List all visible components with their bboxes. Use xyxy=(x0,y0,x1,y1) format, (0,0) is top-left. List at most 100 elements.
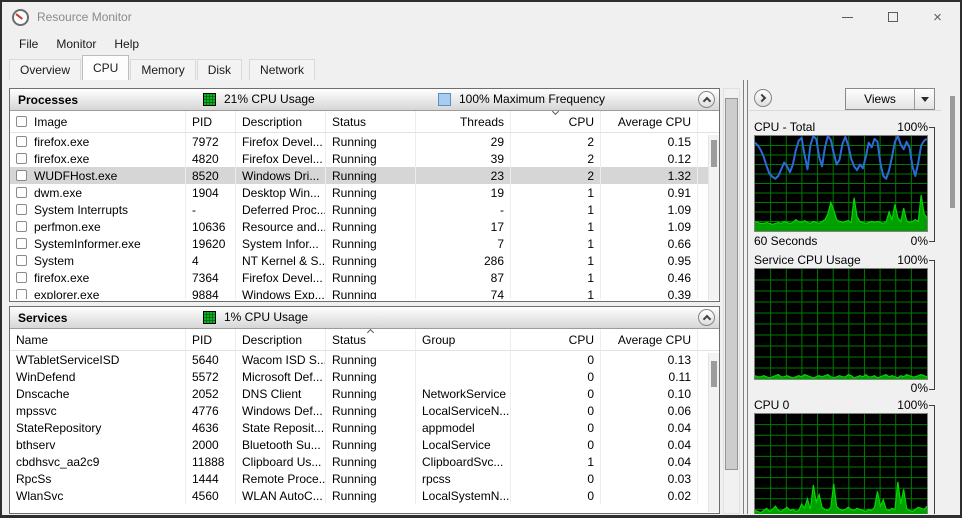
menu-monitor[interactable]: Monitor xyxy=(47,35,105,53)
column-header-threads[interactable]: Threads xyxy=(416,111,511,132)
service-row[interactable]: Dnscache 2052 DNS Client Running NetworkServ… xyxy=(10,385,719,402)
main-scrollbar[interactable] xyxy=(723,88,740,514)
cell-cpu: 1 xyxy=(511,235,601,252)
cell-text: WLAN AutoC... xyxy=(242,488,323,503)
column-header-label: PID xyxy=(192,114,213,129)
cell-image: firefox.exe xyxy=(10,150,186,167)
charts-scrollbar[interactable] xyxy=(946,88,960,514)
cell-text: Windows Def... xyxy=(242,403,323,418)
row-checkbox[interactable] xyxy=(16,204,27,215)
column-header-status[interactable]: Status xyxy=(326,111,416,132)
select-all-checkbox[interactable] xyxy=(16,116,27,127)
row-checkbox[interactable] xyxy=(16,187,27,198)
row-checkbox[interactable] xyxy=(16,170,27,181)
cell-text: rpcss xyxy=(422,471,451,486)
process-row[interactable]: firefox.exe 7364 Firefox Devel... Running 87… xyxy=(10,269,719,286)
cell-threads: 19 xyxy=(416,184,511,201)
cell-avg_cpu: 0.04 xyxy=(601,419,698,436)
cell-text: Running xyxy=(332,270,377,285)
process-row[interactable]: System 4 NT Kernel & S... Running 286 1 0.95 xyxy=(10,252,719,269)
service-row[interactable]: StateRepository 4636 State Reposit... Runni… xyxy=(10,419,719,436)
services-scrollbar[interactable] xyxy=(708,353,719,512)
service-row[interactable]: WTabletServiceISD 5640 Wacom ISD S... Runni… xyxy=(10,351,719,368)
process-row[interactable]: SystemInformer.exe 19620 System Infor... Ru… xyxy=(10,235,719,252)
process-row[interactable]: dwm.exe 1904 Desktop Win... Running 19 1 0.91 xyxy=(10,184,719,201)
resource-monitor-window: Resource Monitor × File Monitor Help Ove… xyxy=(0,0,962,518)
minimize-button[interactable] xyxy=(825,2,870,32)
views-dropdown-button[interactable] xyxy=(914,89,934,109)
column-header-label: CPU xyxy=(568,114,594,129)
row-checkbox[interactable] xyxy=(16,238,27,249)
service-row[interactable]: RpcSs 1444 Remote Proce... Running rpcss 0 0.0… xyxy=(10,470,719,487)
service-row[interactable]: mpssvc 4776 Windows Def... Running LocalServ… xyxy=(10,402,719,419)
main-scrollbar-thumb[interactable] xyxy=(725,98,738,470)
cell-text: 0.02 xyxy=(667,488,691,503)
close-button[interactable]: × xyxy=(915,2,960,32)
cell-text: dwm.exe xyxy=(34,185,83,200)
row-checkbox[interactable] xyxy=(16,272,27,283)
tab-memory[interactable]: Memory xyxy=(130,59,196,80)
cell-cpu: 1 xyxy=(511,286,601,299)
menu-file[interactable]: File xyxy=(10,35,47,53)
process-row[interactable]: perfmon.exe 10636 Resource and... Running 17… xyxy=(10,218,719,235)
tab-network[interactable]: Network xyxy=(249,59,316,80)
row-checkbox[interactable] xyxy=(16,136,27,147)
column-header-status[interactable]: Status xyxy=(326,328,416,350)
cell-status: Running xyxy=(326,419,416,436)
cell-text: LocalServiceN... xyxy=(422,403,510,418)
column-header-cpu[interactable]: CPU xyxy=(511,107,601,132)
cell-image: System Interrupts xyxy=(10,201,186,218)
column-header-pid[interactable]: PID xyxy=(186,329,236,350)
processes-collapse-button[interactable] xyxy=(698,91,715,108)
cell-text: appmodel xyxy=(422,420,475,435)
column-header-description[interactable]: Description xyxy=(236,329,326,350)
process-row[interactable]: firefox.exe 4820 Firefox Devel... Running 39… xyxy=(10,150,719,167)
column-header-group[interactable]: Group xyxy=(416,329,511,350)
processes-scrollbar-thumb[interactable] xyxy=(711,140,717,167)
views-button[interactable]: Views xyxy=(845,88,935,110)
process-row[interactable]: firefox.exe 7972 Firefox Devel... Running 29… xyxy=(10,133,719,150)
menu-help[interactable]: Help xyxy=(105,35,148,53)
cell-cpu: 1 xyxy=(511,184,601,201)
column-header-avg_cpu[interactable]: Average CPU xyxy=(601,329,698,350)
maximize-button[interactable] xyxy=(870,2,915,32)
row-checkbox[interactable] xyxy=(16,221,27,232)
service-row[interactable]: WinDefend 5572 Microsoft Def... Running 0 0.1… xyxy=(10,368,719,385)
process-row[interactable]: WUDFHost.exe 8520 Windows Dri... Running 23 2… xyxy=(10,167,719,184)
row-checkbox[interactable] xyxy=(16,289,27,299)
row-checkbox[interactable] xyxy=(16,153,27,164)
tab-cpu[interactable]: CPU xyxy=(82,55,130,80)
row-checkbox[interactable] xyxy=(16,255,27,266)
service-row[interactable]: bthserv 2000 Bluetooth Su... Running LocalSe… xyxy=(10,436,719,453)
max-frequency-label: 100% Maximum Frequency xyxy=(459,92,606,106)
cell-text: 11888 xyxy=(192,454,225,469)
cell-status: Running xyxy=(326,470,416,487)
charts-expand-button[interactable] xyxy=(754,89,772,107)
service-row[interactable]: WlanSvc 4560 WLAN AutoC... Running LocalSyst… xyxy=(10,487,719,504)
cell-text: RpcSs xyxy=(16,471,52,486)
column-header-name[interactable]: Name xyxy=(10,329,186,350)
cell-description: Microsoft Def... xyxy=(236,368,326,385)
cell-text: WlanSvc xyxy=(16,488,64,503)
column-header-pid[interactable]: PID xyxy=(186,111,236,132)
column-header-avg_cpu[interactable]: Average CPU xyxy=(601,111,698,132)
process-row[interactable]: System Interrupts - Deferred Proc... Runnin… xyxy=(10,201,719,218)
processes-scrollbar[interactable] xyxy=(708,135,719,300)
tab-overview[interactable]: Overview xyxy=(9,59,82,80)
cell-image: dwm.exe xyxy=(10,184,186,201)
cell-text: 1.09 xyxy=(667,219,691,234)
charts-scrollbar-thumb[interactable] xyxy=(950,96,955,208)
cell-text: Firefox Devel... xyxy=(242,134,323,149)
column-header-image[interactable]: Image xyxy=(10,111,186,132)
tab-disk[interactable]: Disk xyxy=(196,59,243,80)
services-scrollbar-thumb[interactable] xyxy=(711,361,717,387)
services-collapse-button[interactable] xyxy=(698,309,715,326)
cell-text: Deferred Proc... xyxy=(242,202,326,217)
process-row[interactable]: explorer.exe 9884 Windows Exp... Running 74 1… xyxy=(10,286,719,299)
column-header-description[interactable]: Description xyxy=(236,111,326,132)
cell-text: 1 xyxy=(587,454,594,469)
service-row[interactable]: cbdhsvc_aa2c9 11888 Clipboard Us... Running… xyxy=(10,453,719,470)
cell-name: WinDefend xyxy=(10,368,186,385)
column-header-cpu[interactable]: CPU xyxy=(511,329,601,350)
cell-text: Running xyxy=(332,287,377,300)
